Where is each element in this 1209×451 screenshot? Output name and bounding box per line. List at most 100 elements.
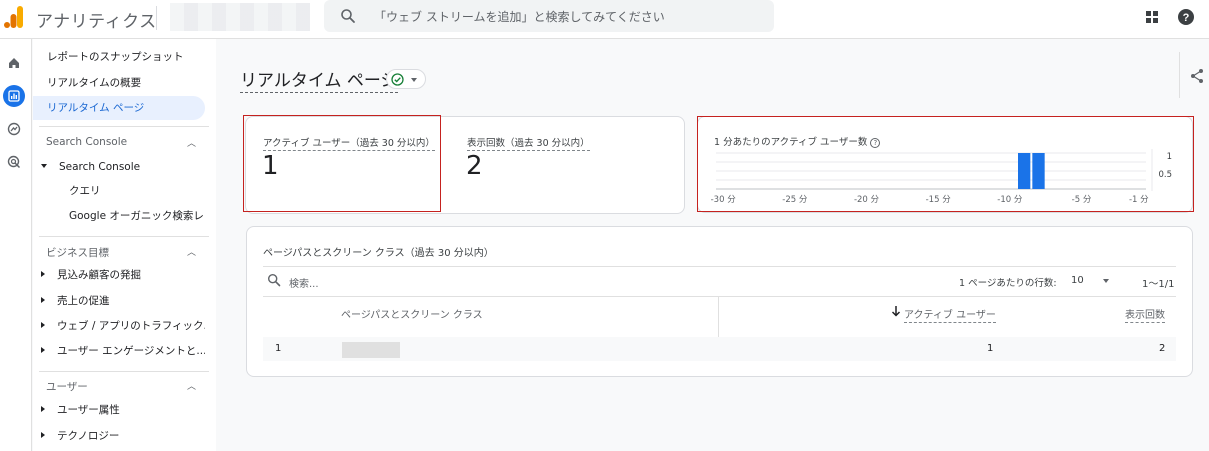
pagination-range: 1〜1/1 (1142, 279, 1175, 290)
chevron-up-icon: ︿ (186, 248, 196, 258)
help-icon[interactable]: ? (1177, 8, 1195, 26)
nav-divider (39, 371, 209, 372)
search-icon (267, 273, 281, 287)
column-header-views[interactable]: 表示回数 (1125, 306, 1165, 323)
nav-item-queries[interactable]: クエリ (33, 179, 205, 203)
search-icon (341, 9, 355, 23)
column-header-active-users[interactable]: アクティブ ユーザー (904, 306, 996, 323)
explore-button[interactable] (3, 118, 25, 140)
nav-item-realtime-overview[interactable]: リアルタイムの概要 (33, 71, 205, 95)
nav-section-label: ビジネス目標 (46, 247, 109, 259)
nav-section-label: Search Console (46, 136, 128, 148)
collapse-triangle-icon (41, 164, 47, 168)
search-placeholder: 「ウェブ ストリームを追加」と検索してみてください (374, 10, 665, 24)
advertising-button[interactable] (3, 151, 25, 173)
top-app-bar: アナリティクス 「ウェブ ストリームを追加」と検索してみてください ? (0, 0, 1209, 39)
table-search-input[interactable]: 検索... (289, 275, 319, 290)
nav-item-technology[interactable]: テクノロジー (33, 424, 205, 448)
advertising-icon (7, 155, 21, 169)
nav-item-user-engagement[interactable]: ユーザー エンゲージメントと... (33, 339, 205, 363)
account-selector[interactable] (170, 3, 310, 31)
check-circle-icon (391, 73, 404, 86)
nav-item-lead-generation[interactable]: 見込み顧客の発掘 (33, 263, 205, 287)
nav-item-label: 見込み顧客の発掘 (57, 269, 141, 281)
reports-icon (8, 90, 20, 102)
expand-triangle-icon (41, 322, 45, 328)
page-path-table-card: ページパスとスクリーン クラス（過去 30 分以内） 検索... 1 ページあた… (246, 226, 1193, 377)
row-active-users: 1 (987, 343, 994, 354)
home-icon (9, 58, 19, 68)
search-bar[interactable]: 「ウェブ ストリームを追加」と検索してみてください (324, 0, 774, 32)
active-users-label[interactable]: アクティブ ユーザー（過去 30 分以内） (263, 135, 435, 151)
views-label[interactable]: 表示回数（過去 30 分以内） (467, 135, 590, 151)
nav-item-label: テクノロジー (57, 430, 120, 442)
nav-item-label: ウェブ / アプリのトラフィック... (57, 320, 205, 332)
expand-triangle-icon (41, 297, 45, 303)
nav-section-label: ユーザー (46, 381, 88, 393)
rows-per-page-select[interactable]: 10 (1071, 275, 1084, 286)
x-tick-label: -20 分 (854, 195, 880, 205)
expand-triangle-icon (41, 271, 45, 277)
chevron-up-icon: ︿ (186, 382, 196, 392)
left-rail (0, 39, 32, 451)
expand-triangle-icon (41, 406, 45, 412)
report-navigation: レポートのスナップショット リアルタイムの概要 リアルタイム ページ Searc… (33, 39, 216, 451)
explore-icon (7, 122, 21, 136)
data-quality-chip[interactable] (386, 69, 426, 89)
nav-group-search-console[interactable]: Search Console (33, 155, 205, 179)
nav-item-report-snapshot[interactable]: レポートのスナップショット (33, 45, 205, 69)
title-divider (156, 6, 157, 30)
nav-item-demographics[interactable]: ユーザー属性 (33, 398, 205, 422)
nav-section-user[interactable]: ユーザー ︿ (46, 379, 196, 394)
analytics-logo[interactable] (4, 6, 24, 28)
reports-button[interactable] (3, 85, 25, 107)
nav-item-google-organic-search[interactable]: Google オーガニック検索レ... (33, 204, 205, 228)
nav-group-label: Search Console (59, 161, 141, 173)
active-users-bar-chart: -30 分 -25 分 -20 分 -15 分 -10 分 -5 分 -1 分 1 0.5 (711, 149, 1172, 205)
apps-grid-icon[interactable] (1145, 10, 1159, 24)
rows-per-page-label: 1 ページあたりの行数: (959, 278, 1057, 289)
expand-triangle-icon (41, 432, 45, 438)
nav-item-label: ユーザー エンゲージメントと... (57, 345, 205, 357)
active-users-value: 1 (262, 151, 279, 181)
x-tick-label: -15 分 (926, 195, 952, 205)
arrow-down-icon[interactable] (891, 305, 901, 317)
svg-text:?: ? (1183, 12, 1190, 24)
column-header-page-path[interactable]: ページパスとスクリーン クラス (341, 306, 483, 321)
home-button[interactable] (3, 52, 25, 74)
redacted-page-path[interactable] (342, 342, 400, 358)
chart-bar (1018, 153, 1031, 189)
row-index: 1 (275, 343, 282, 354)
x-tick-label: -30 分 (711, 195, 737, 205)
expand-triangle-icon (41, 347, 45, 353)
app-title: アナリティクス (36, 12, 157, 32)
page-title: リアルタイム ページ (240, 66, 398, 93)
nav-item-realtime-pages[interactable]: リアルタイム ページ (33, 96, 205, 120)
nav-item-label: ユーザー属性 (57, 404, 120, 416)
x-tick-label: -1 分 (1129, 195, 1149, 205)
active-users-per-minute-card: 1 分あたりのアクティブ ユーザー数? -30 分 -25 分 -20 分 -15 分… (697, 116, 1193, 213)
dropdown-arrow-icon[interactable] (1103, 279, 1109, 283)
table-divider (263, 296, 1176, 297)
nav-divider (39, 236, 209, 237)
share-icon[interactable] (1189, 68, 1205, 84)
chart-bar (1032, 153, 1045, 189)
nav-item-web-app-traffic[interactable]: ウェブ / アプリのトラフィック... (33, 314, 205, 338)
nav-section-search-console[interactable]: Search Console ︿ (46, 136, 196, 149)
nav-section-business-objectives[interactable]: ビジネス目標 ︿ (46, 245, 196, 260)
views-value: 2 (466, 151, 483, 181)
row-views: 2 (1159, 343, 1166, 354)
x-tick-label: -10 分 (997, 195, 1023, 205)
toolbar-divider (1179, 52, 1180, 98)
y-tick-label: 1 (1167, 152, 1172, 162)
metrics-card: アクティブ ユーザー（過去 30 分以内） 1 表示回数（過去 30 分以内） … (245, 116, 685, 214)
nav-divider (39, 126, 209, 127)
chevron-down-icon (411, 78, 417, 82)
y-tick-label: 0.5 (1158, 170, 1172, 180)
x-tick-label: -25 分 (782, 195, 808, 205)
nav-item-label: 売上の促進 (57, 295, 110, 307)
x-tick-label: -5 分 (1072, 195, 1092, 205)
nav-item-drive-sales[interactable]: 売上の促進 (33, 289, 205, 313)
table-title: ページパスとスクリーン クラス（過去 30 分以内） (263, 248, 494, 259)
chevron-up-icon: ︿ (186, 139, 196, 149)
